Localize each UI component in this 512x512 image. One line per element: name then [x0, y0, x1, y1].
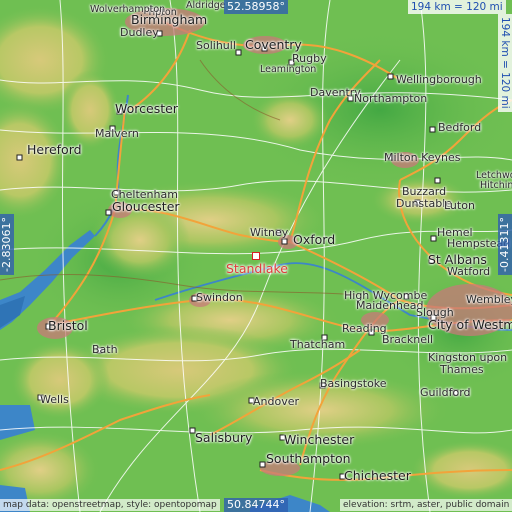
place-swindon[interactable]: Swindon	[196, 292, 243, 304]
place-milton-keynes[interactable]: Milton Keynes	[384, 152, 461, 164]
place-luton[interactable]: Luton	[444, 200, 475, 212]
place-maidenhead[interactable]: Maidenhead	[356, 300, 423, 312]
target-label[interactable]: Standlake	[226, 261, 288, 276]
place-guildford[interactable]: Guildford	[420, 387, 471, 399]
place-bracknell[interactable]: Bracknell	[382, 334, 433, 346]
place-bath[interactable]: Bath	[92, 344, 118, 356]
place-northampton[interactable]: Northampton	[354, 93, 427, 105]
place-dudley[interactable]: Dudley	[120, 27, 159, 39]
attribution-elevation: elevation: srtm, aster, public domain	[340, 499, 512, 511]
coord-left: -2.83061°	[0, 214, 14, 275]
place-andover[interactable]: Andover	[253, 396, 299, 408]
coord-bottom: 50.84744°	[224, 498, 288, 512]
place-wells[interactable]: Wells	[40, 394, 69, 406]
place-thames[interactable]: Thames	[440, 364, 484, 376]
scale-bar-vertical: 194 km = 120 mi	[498, 14, 512, 112]
place-basingstoke[interactable]: Basingstoke	[320, 378, 387, 390]
place-hitchin[interactable]: Hitchin	[480, 180, 512, 192]
place-worcester[interactable]: Worcester	[115, 102, 178, 115]
place-city-of-westminster[interactable]: City of Westm	[428, 318, 512, 331]
place-gloucester[interactable]: Gloucester	[112, 200, 180, 213]
place-solihull[interactable]: Solihull	[196, 40, 236, 52]
place-chichester[interactable]: Chichester	[344, 469, 411, 482]
place-witney[interactable]: Witney	[250, 227, 288, 239]
place-southampton[interactable]: Southampton	[266, 452, 351, 465]
place-wembley[interactable]: Wembley	[466, 294, 512, 306]
scale-bar-horizontal: 194 km = 120 mi	[408, 0, 506, 14]
place-oxford[interactable]: Oxford	[293, 233, 335, 246]
place-coventry[interactable]: Coventry	[245, 38, 302, 51]
place-winchester[interactable]: Winchester	[284, 433, 354, 446]
place-wellingborough[interactable]: Wellingborough	[396, 74, 482, 86]
place-watford[interactable]: Watford	[447, 266, 490, 278]
target-marker[interactable]	[252, 252, 260, 260]
place-wolverhampton[interactable]: Wolverhampton	[90, 4, 165, 16]
place-bristol[interactable]: Bristol	[48, 319, 88, 332]
topographic-map[interactable]: Birmingham Coventry Dudley Tipton Aldrid…	[0, 0, 512, 512]
place-hereford[interactable]: Hereford	[27, 143, 82, 156]
place-salisbury[interactable]: Salisbury	[195, 431, 252, 444]
place-thatcham[interactable]: Thatcham	[290, 339, 345, 351]
coord-top: 52.58958°	[224, 0, 288, 14]
coord-right: -0.41311°	[498, 214, 512, 275]
place-reading[interactable]: Reading	[342, 323, 387, 335]
attribution-map-data: map data: openstreetmap, style: opentopo…	[0, 499, 220, 511]
place-leamington[interactable]: Leamington	[260, 64, 316, 76]
place-bedford[interactable]: Bedford	[438, 122, 481, 134]
place-aldridge[interactable]: Aldridge	[186, 0, 226, 12]
place-malvern[interactable]: Malvern	[95, 128, 139, 140]
